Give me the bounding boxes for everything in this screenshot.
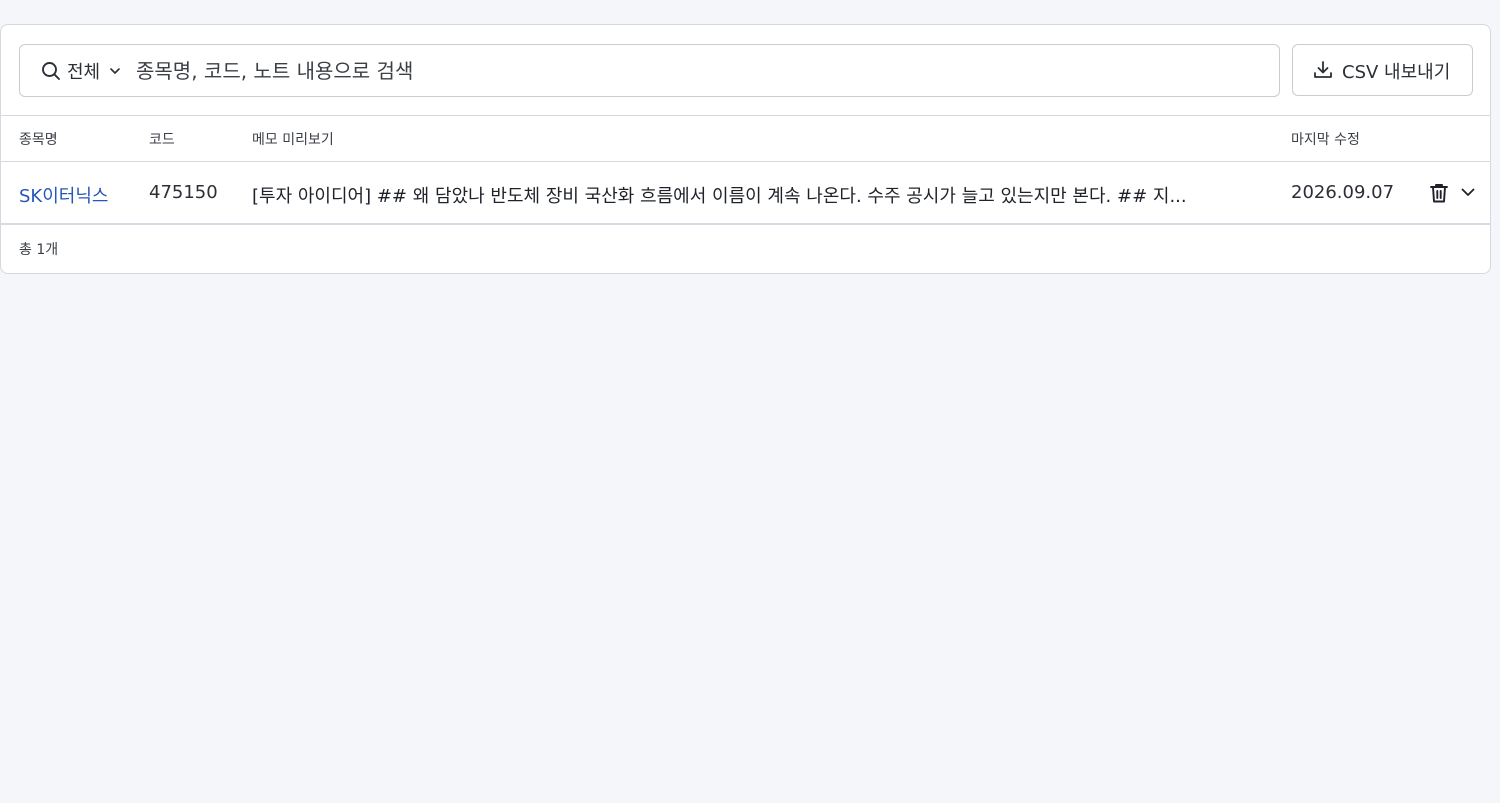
chevron-down-icon[interactable] (1460, 184, 1476, 200)
column-header-updated[interactable]: 마지막 수정 (1291, 129, 1360, 149)
stock-code: 475150 (149, 182, 218, 203)
column-header-memo[interactable]: 메모 미리보기 (252, 129, 334, 149)
csv-export-button[interactable]: CSV 내보내기 (1292, 44, 1473, 96)
table-row[interactable]: SK이터닉스 475150 [투자 아이디어] ## 왜 담았나 반도체 장비 … (1, 162, 1490, 225)
column-header-name[interactable]: 종목명 (19, 129, 58, 149)
column-header-code[interactable]: 코드 (149, 129, 175, 149)
search-input[interactable] (136, 55, 1256, 87)
total-count: 총 1개 (19, 242, 59, 258)
scope-label: 전체 (67, 62, 101, 83)
memo-preview: [투자 아이디어] ## 왜 담았나 반도체 장비 국산화 흐름에서 이름이 계… (252, 186, 1187, 207)
notes-panel: 전체 CSV 내보내기 종목명 코드 메모 미리보기 마지막 수정 SK이터닉스… (0, 24, 1491, 274)
stock-name-link[interactable]: SK이터닉스 (19, 182, 108, 208)
csv-export-label: CSV 내보내기 (1342, 62, 1451, 83)
search-icon (42, 62, 60, 80)
toolbar: 전체 CSV 내보내기 (1, 25, 1490, 116)
search-box[interactable]: 전체 (19, 44, 1280, 97)
scope-dropdown[interactable]: 전체 (67, 58, 121, 84)
table-header: 종목명 코드 메모 미리보기 마지막 수정 (1, 116, 1490, 162)
trash-icon[interactable] (1428, 182, 1450, 204)
last-modified-date: 2026.09.07 (1291, 182, 1395, 203)
chevron-down-icon (110, 68, 120, 74)
download-icon (1314, 61, 1332, 78)
